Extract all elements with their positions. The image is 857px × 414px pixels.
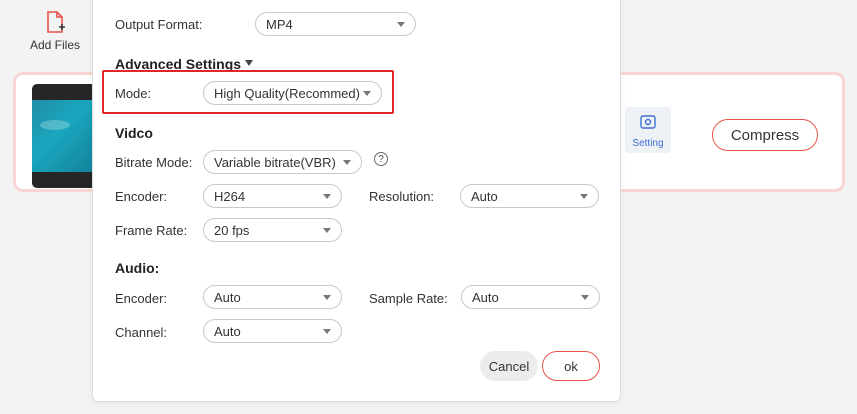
frame-rate-label: Frame Rate: (115, 223, 188, 238)
frame-rate-value: 20 fps (214, 222, 250, 238)
video-encoder-select[interactable]: H264 (203, 184, 342, 208)
setting-label: Setting (632, 138, 664, 149)
chevron-down-icon (397, 22, 405, 27)
add-files-button[interactable]: Add Files (22, 10, 88, 52)
settings-dialog: Output Format: MP4 Advanced Settings Mod… (92, 0, 621, 402)
video-encoder-value: H264 (214, 188, 246, 204)
setting-button[interactable]: Setting (625, 107, 671, 153)
channel-value: Auto (214, 323, 241, 339)
cancel-button[interactable]: Cancel (480, 351, 538, 381)
add-file-icon (47, 11, 65, 33)
resolution-select[interactable]: Auto (460, 184, 599, 208)
output-format-value: MP4 (266, 16, 293, 32)
sample-rate-label: Sample Rate: (369, 291, 448, 306)
bitrate-mode-value: Variable bitrate(VBR) (214, 154, 336, 170)
output-format-select[interactable]: MP4 (255, 12, 416, 36)
audio-encoder-value: Auto (214, 289, 241, 305)
audio-section-title: Audio: (115, 260, 160, 276)
chevron-down-icon (581, 295, 589, 300)
sample-rate-value: Auto (472, 289, 499, 305)
mode-select[interactable]: High Quality(Recommed) (203, 81, 382, 105)
chevron-down-icon (580, 194, 588, 199)
sample-rate-select[interactable]: Auto (461, 285, 600, 309)
resolution-value: Auto (471, 188, 498, 204)
chevron-down-icon (343, 160, 351, 165)
chevron-down-icon (323, 194, 331, 199)
bitrate-mode-select[interactable]: Variable bitrate(VBR) (203, 150, 362, 174)
bitrate-mode-label: Bitrate Mode: (115, 155, 193, 170)
mode-value: High Quality(Recommed) (214, 85, 360, 101)
audio-encoder-select[interactable]: Auto (203, 285, 342, 309)
video-section-title: Vidco (115, 125, 153, 141)
audio-encoder-label: Encoder: (115, 291, 168, 306)
channel-select[interactable]: Auto (203, 319, 342, 343)
chevron-down-icon (323, 228, 331, 233)
ok-button[interactable]: ok (542, 351, 600, 381)
add-files-label: Add Files (29, 38, 81, 52)
chevron-down-icon (323, 295, 331, 300)
mode-label: Mode: (115, 86, 152, 101)
setting-icon (640, 115, 656, 129)
resolution-label: Resolution: (369, 189, 435, 204)
frame-rate-select[interactable]: 20 fps (203, 218, 342, 242)
caret-down-icon (245, 60, 253, 66)
chevron-down-icon (323, 329, 331, 334)
video-encoder-label: Encoder: (115, 189, 168, 204)
help-icon[interactable]: ? (374, 152, 388, 166)
output-format-label: Output Format: (115, 17, 203, 32)
channel-label: Channel: (115, 325, 168, 340)
compress-button[interactable]: Compress (712, 119, 818, 151)
chevron-down-icon (363, 91, 371, 96)
